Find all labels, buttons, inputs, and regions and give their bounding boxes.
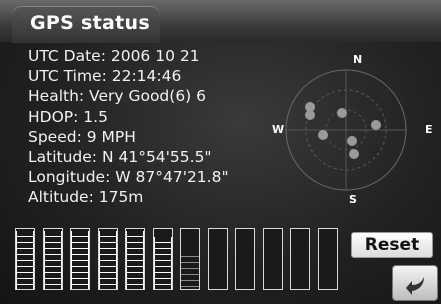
page-title: GPS status <box>30 12 150 34</box>
signal-bar-fill <box>43 231 62 289</box>
compass-west: W <box>272 123 284 136</box>
signal-bar <box>42 228 63 290</box>
signal-bar-fill <box>181 251 199 289</box>
back-button[interactable] <box>392 265 438 301</box>
signal-bar <box>262 228 283 290</box>
signal-bar <box>152 228 173 290</box>
hdop: HDOP: 1.5 <box>28 107 108 126</box>
back-arrow-icon <box>406 277 424 295</box>
satellite-icon <box>347 136 357 146</box>
satellite-icon <box>349 149 359 159</box>
utc-time: UTC Time: 22:14:46 <box>28 67 182 86</box>
signal-bar <box>180 228 200 290</box>
health: Health: Very Good(6) 6 <box>28 87 207 106</box>
signal-bar <box>125 228 145 290</box>
signal-bar <box>290 228 310 290</box>
compass-south: S <box>349 193 357 206</box>
longitude: Longitude: W 87°47'21.8" <box>28 168 229 187</box>
satellite-icon <box>305 110 315 120</box>
satellite-icon <box>318 130 328 140</box>
utc-date: UTC Date: 2006 10 21 <box>28 47 200 65</box>
compass-north: N <box>353 53 362 66</box>
compass-east: E <box>425 123 433 136</box>
gps-status-screen: GPS status UTC Date: 2006 10 21 UTC Time… <box>0 0 441 304</box>
altitude: Altitude: 175m <box>28 188 144 207</box>
title-bar: GPS status <box>0 0 441 43</box>
signal-strength-bars <box>15 228 345 292</box>
gps-info-panel: UTC Date: 2006 10 21 UTC Time: 22:14:46 … <box>28 46 229 208</box>
speed: Speed: 9 MPH <box>28 127 136 146</box>
satellite-sky-view: N S W E <box>272 53 433 206</box>
signal-bar <box>15 228 35 290</box>
satellite-icon <box>371 120 381 130</box>
signal-bar-fill <box>153 237 172 289</box>
latitude: Latitude: N 41°54'55.5" <box>28 147 212 166</box>
signal-bar-fill <box>71 231 89 289</box>
signal-bar <box>235 228 255 290</box>
signal-bar <box>317 228 338 290</box>
signal-bar-fill <box>16 231 34 289</box>
signal-bar <box>97 228 118 290</box>
signal-bar <box>70 228 90 290</box>
signal-bar-fill <box>126 231 144 289</box>
signal-bar-fill <box>98 231 117 289</box>
signal-bar <box>207 228 228 290</box>
satellite-icon <box>337 108 347 118</box>
reset-button[interactable]: Reset <box>351 232 433 258</box>
